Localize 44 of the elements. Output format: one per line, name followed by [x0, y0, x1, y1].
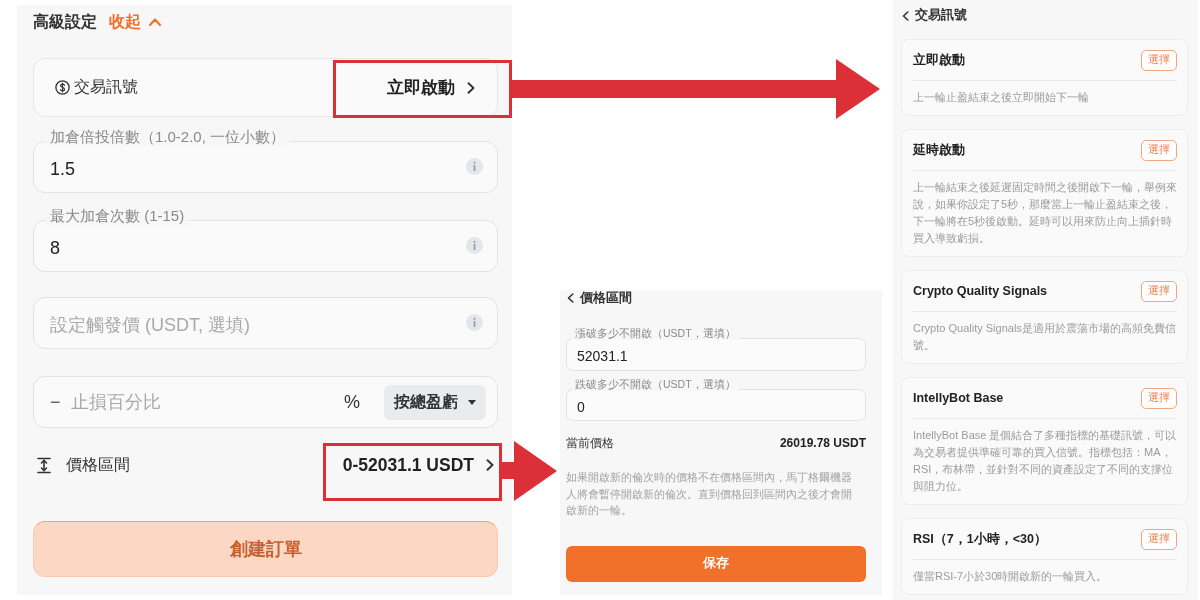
option-title: 立即啟動 — [913, 51, 965, 69]
option-description: 上一輪止盈結束之後立即開始下一輪 — [913, 90, 1090, 105]
page-title: 價格區間 — [580, 289, 632, 307]
caret-up-icon — [149, 18, 161, 26]
page-title: 交易訊號 — [915, 7, 967, 24]
stop-loss-input[interactable]: 止損百分比 — [70, 391, 334, 413]
signal-value-button[interactable]: 立即啟動 — [387, 76, 475, 99]
info-icon[interactable] — [466, 314, 483, 331]
input-field[interactable]: 設定觸發價 (USDT, 選填) — [33, 297, 498, 349]
range-note: 如果開啟新的倫次時的價格不在價格區間內，馬丁格爾機器人將會暫停開啟新的倫次。直到價格回到區間內之後才會開啟新的一輪。 — [566, 470, 853, 518]
option-title: Crypto Quality Signals — [913, 284, 1048, 298]
field-label: 漲破多少不開啟（USDT，選填） — [572, 326, 739, 340]
option-description: Crypto Quality Signals是適用於震蕩市場的高頻免費信號。 — [913, 321, 1177, 353]
info-icon[interactable] — [466, 237, 483, 254]
option-description: IntellyBot Base 是個結合了多種指標的基礎訊號，可以為交易者提供準確可靠的買入信號。指標包括：MA，RSI，布林帶，並針對不同的資產設定了不同的支撐位與阻力位。 — [913, 428, 1177, 494]
current-price-label: 當前價格 — [566, 434, 614, 452]
stop-loss-field[interactable]: − 止損百分比 % 按總盈虧 — [33, 376, 498, 428]
current-price-value: 26019.78 USDT — [779, 436, 866, 450]
info-icon[interactable] — [466, 158, 483, 175]
option-description: 上一輪結束之後延遲固定時間之後開啟下一輪，舉例來說，如果你設定了5秒，那麼當上一輪止盈結束之後，下一輪將在5秒後啟動。延時可以用來防止向上插針時買入導致虧損。 — [913, 180, 1177, 246]
field-label: 跌破多少不開啟（USDT，選填） — [572, 377, 739, 391]
signal-label: 交易訊號 — [74, 77, 138, 97]
vertical-range-icon — [36, 456, 52, 474]
option-description: 僅當RSI-7小於30時開啟新的一輪買入。 — [913, 569, 1109, 584]
section-title: 高級設定 — [33, 11, 97, 32]
pointer-arrow — [502, 441, 558, 501]
chevron-right-icon — [467, 81, 475, 94]
field-label: 最大加倉次數 (1-15) — [46, 207, 189, 225]
mode-dropdown[interactable]: 按總盈虧 — [384, 384, 486, 420]
price-range-label: 價格區間 — [66, 454, 130, 475]
back-chevron-icon[interactable] — [902, 10, 909, 21]
input-field[interactable]: 52031.1 — [566, 338, 866, 371]
dollar-coin-icon — [55, 80, 70, 95]
minus-sign: − — [50, 391, 61, 413]
price-range-value-button[interactable]: 0-52031.1 USDT — [342, 454, 494, 476]
back-chevron-icon[interactable] — [567, 293, 574, 303]
option-title: IntellyBot Base — [913, 391, 1004, 405]
input-field[interactable]: 0 — [566, 389, 866, 421]
option-title: 延時啟動 — [913, 141, 965, 159]
percent-unit: % — [344, 391, 360, 413]
chevron-right-icon — [486, 459, 494, 471]
option-title: RSI（7，1小時，<30） — [913, 530, 1047, 548]
dropdown-triangle-icon — [468, 399, 476, 405]
field-label: 加倉倍投倍數（1.0-2.0, 一位小數） — [46, 128, 290, 146]
